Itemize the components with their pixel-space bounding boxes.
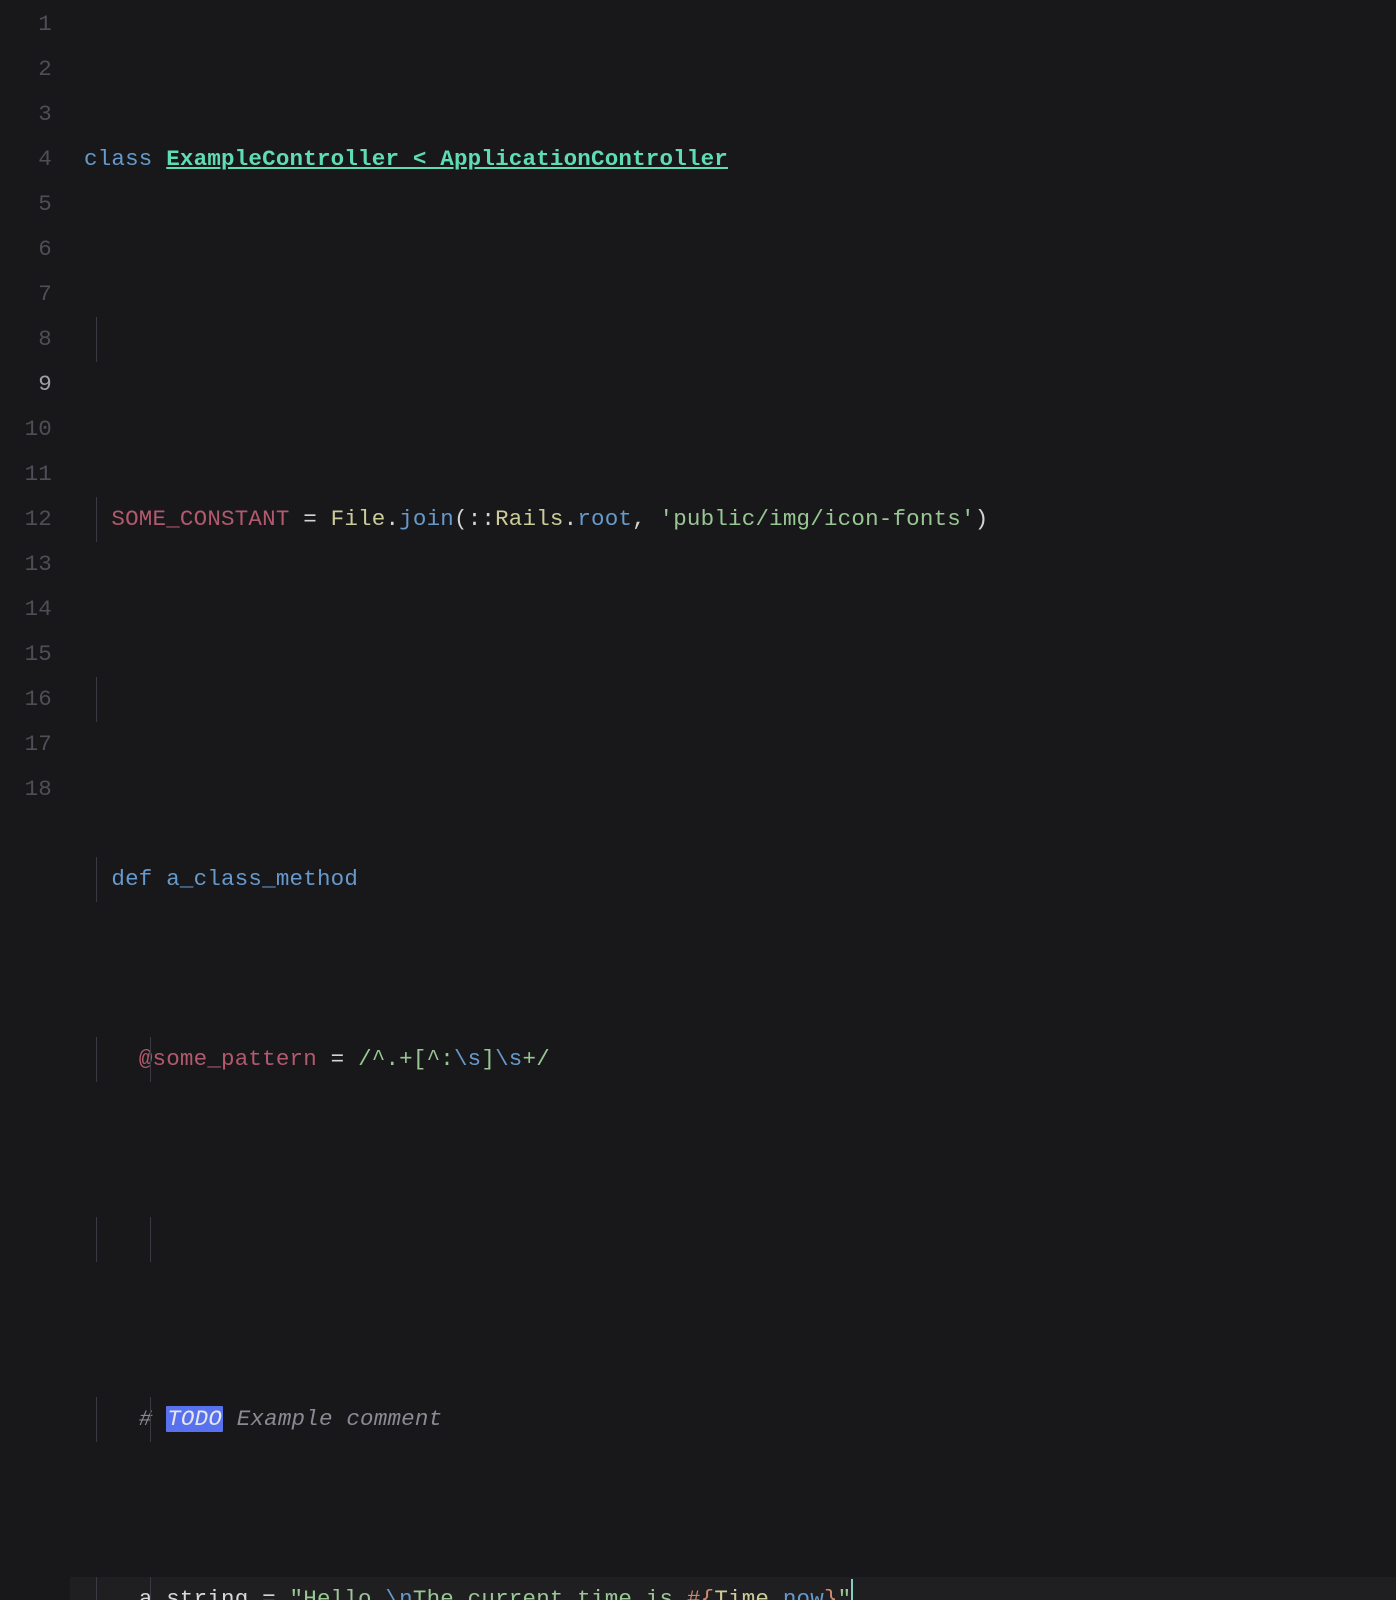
class-ref: Time <box>714 1586 769 1600</box>
line-number: 15 <box>0 632 52 677</box>
code-line[interactable]: def a_class_method <box>70 857 1396 902</box>
instance-variable: some_pattern <box>153 1046 317 1072</box>
code-line[interactable]: SOME_CONSTANT = File.join(::Rails.root, … <box>70 497 1396 542</box>
cursor-icon <box>851 1579 853 1600</box>
class-declaration: ExampleController < ApplicationControlle… <box>166 146 728 172</box>
method-name: a_class_method <box>166 866 358 892</box>
line-number: 9 <box>0 362 52 407</box>
keyword-class: class <box>84 146 153 172</box>
constant: SOME_CONSTANT <box>111 506 289 532</box>
line-number: 13 <box>0 542 52 587</box>
code-line[interactable]: @some_pattern = /^.+[^:\s]\s+/ <box>70 1037 1396 1082</box>
interpolation-open: #{ <box>687 1586 714 1600</box>
class-ref: Rails <box>495 506 564 532</box>
line-number: 7 <box>0 272 52 317</box>
line-number: 16 <box>0 677 52 722</box>
line-number: 6 <box>0 227 52 272</box>
code-line[interactable] <box>70 317 1396 362</box>
code-area[interactable]: class ExampleController < ApplicationCon… <box>70 0 1396 800</box>
string-literal: Hello. <box>303 1586 385 1600</box>
code-line[interactable]: class ExampleController < ApplicationCon… <box>70 137 1396 182</box>
method-call: root <box>577 506 632 532</box>
escape-sequence: \n <box>385 1586 412 1600</box>
line-gutter: 1 2 3 4 5 6 7 8 9 10 11 12 13 14 15 16 1… <box>0 0 70 800</box>
code-line[interactable] <box>70 677 1396 722</box>
code-line[interactable] <box>70 1217 1396 1262</box>
line-number: 8 <box>0 317 52 362</box>
line-number: 1 <box>0 2 52 47</box>
line-number: 2 <box>0 47 52 92</box>
line-number: 3 <box>0 92 52 137</box>
line-number: 4 <box>0 137 52 182</box>
comment-text: Example comment <box>223 1406 442 1432</box>
method-call: join <box>399 506 454 532</box>
line-number: 10 <box>0 407 52 452</box>
line-number: 5 <box>0 182 52 227</box>
class-ref: File <box>331 506 386 532</box>
string-literal: 'public/img/icon-fonts' <box>660 506 975 532</box>
todo-tag: TODO <box>166 1406 223 1432</box>
code-editor[interactable]: 1 2 3 4 5 6 7 8 9 10 11 12 13 14 15 16 1… <box>0 0 1396 800</box>
local-variable: a_string <box>139 1586 249 1600</box>
interpolation-close: } <box>824 1586 838 1600</box>
line-number: 18 <box>0 767 52 812</box>
comment-hash: # <box>139 1406 166 1432</box>
line-number: 14 <box>0 587 52 632</box>
keyword-def: def <box>111 866 152 892</box>
regex-literal: ^.+[^: <box>372 1046 454 1072</box>
method-call: now <box>783 1586 824 1600</box>
code-line-active[interactable]: a_string = "Hello.\nThe current time is … <box>70 1577 1396 1600</box>
code-line[interactable]: # TODO Example comment <box>70 1397 1396 1442</box>
line-number: 17 <box>0 722 52 767</box>
line-number: 11 <box>0 452 52 497</box>
line-number: 12 <box>0 497 52 542</box>
